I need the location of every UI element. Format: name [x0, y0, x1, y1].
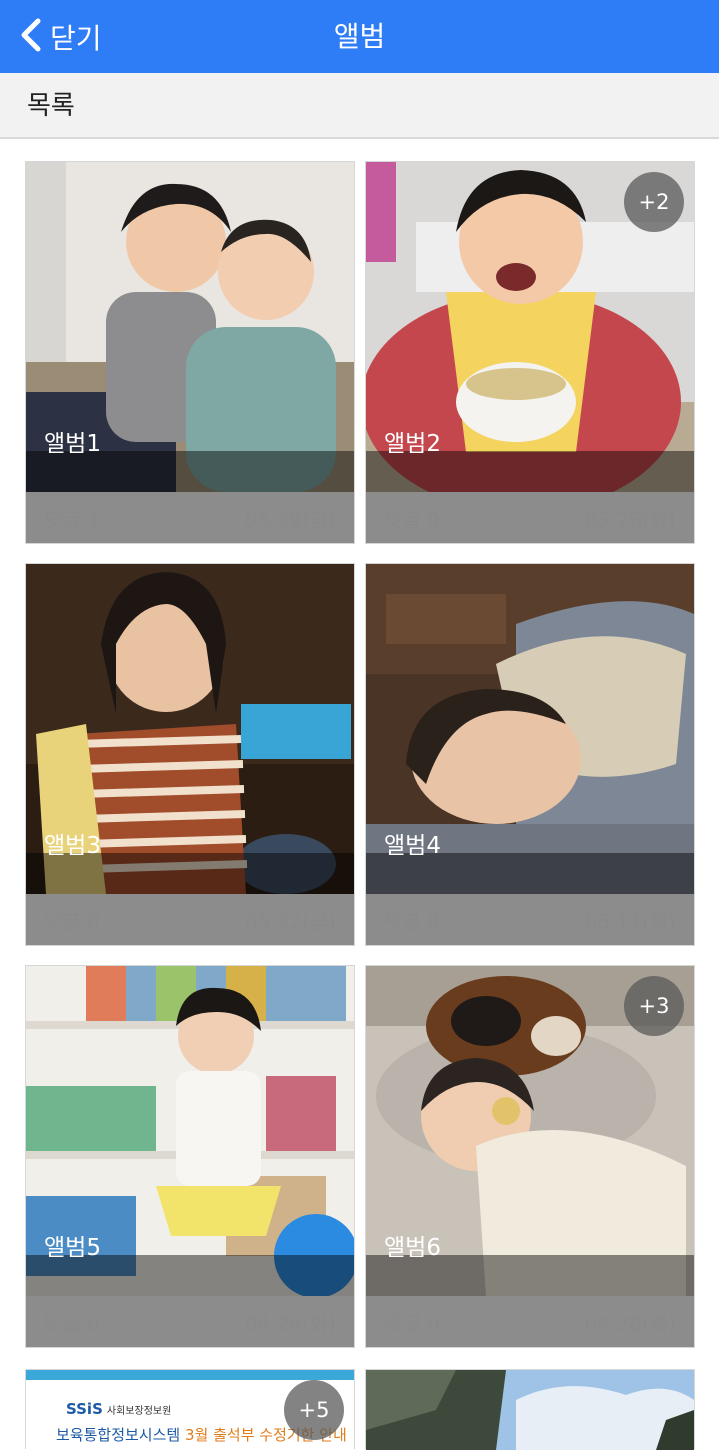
- notice-stripe: [26, 1370, 354, 1380]
- album-card[interactable]: +2 앨범2 댓글 0 05.26(화): [365, 161, 695, 544]
- album-thumbnail: [366, 1370, 694, 1450]
- app-header: 닫기 앨범: [0, 0, 719, 73]
- album-meta: 댓글 0 05.26(화): [366, 492, 694, 544]
- comment-count: 댓글 0: [384, 507, 440, 532]
- section-header: 목록: [0, 73, 719, 139]
- album-card[interactable]: 앨범4 댓글 0 05.11(월): [365, 563, 695, 946]
- album-title: 앨범6: [384, 1235, 441, 1261]
- album-title: 앨범1: [44, 431, 101, 457]
- more-photos-badge: +5: [284, 1380, 344, 1440]
- album-meta: 댓글 0 05.11(월): [366, 894, 694, 946]
- album-date: 05.29(금): [244, 507, 336, 532]
- album-card[interactable]: SSiS 사회보장정보원 보육통합정보시스템 3월 출석부 수정기한 안내 +5: [25, 1369, 355, 1450]
- album-card[interactable]: 앨범5 댓글 0 04.28(화): [25, 965, 355, 1348]
- album-title: 앨범2: [384, 431, 441, 457]
- album-date: 05.22(금): [244, 909, 336, 934]
- more-photos-badge: +3: [624, 976, 684, 1036]
- page-title: 앨범: [333, 20, 386, 53]
- album-card[interactable]: [365, 1369, 695, 1450]
- album-date: 05.26(화): [584, 507, 676, 532]
- notice-logo-sub: 사회보장정보원: [106, 1406, 172, 1417]
- comment-count: 댓글 1: [44, 507, 100, 532]
- album-date: 05.11(월): [584, 909, 676, 934]
- notice-heading-text: 보육통합정보시스템: [56, 1426, 181, 1444]
- album-meta: 댓글 0 04.28(화): [366, 1296, 694, 1348]
- album-card[interactable]: +3 앨범6 댓글 0 04.28(화): [365, 965, 695, 1348]
- album-title: 앨범5: [44, 1235, 101, 1261]
- album-date: 04.28(화): [244, 1311, 336, 1336]
- album-meta: 댓글 0 05.22(금): [26, 894, 354, 946]
- album-meta: 댓글 1 05.29(금): [26, 492, 354, 544]
- album-title: 앨범3: [44, 833, 101, 859]
- album-grid: 앨범1 댓글 1 05.29(금) +2 앨범2 댓글 0 05.26(화) 앨…: [0, 139, 719, 1450]
- album-card[interactable]: 앨범3 댓글 0 05.22(금): [25, 563, 355, 946]
- more-photos-badge: +2: [624, 172, 684, 232]
- notice-logo: SSiS 사회보장정보원: [66, 1400, 171, 1418]
- album-title: 앨범4: [384, 833, 441, 859]
- album-date: 04.28(화): [584, 1311, 676, 1336]
- comment-count: 댓글 0: [384, 909, 440, 934]
- section-title: 목록: [27, 91, 75, 121]
- comment-count: 댓글 0: [44, 909, 100, 934]
- comment-count: 댓글 0: [384, 1311, 440, 1336]
- notice-logo-text: SSiS: [66, 1400, 103, 1418]
- comment-count: 댓글 0: [44, 1311, 100, 1336]
- album-meta: 댓글 0 04.28(화): [26, 1296, 354, 1348]
- album-card[interactable]: 앨범1 댓글 1 05.29(금): [25, 161, 355, 544]
